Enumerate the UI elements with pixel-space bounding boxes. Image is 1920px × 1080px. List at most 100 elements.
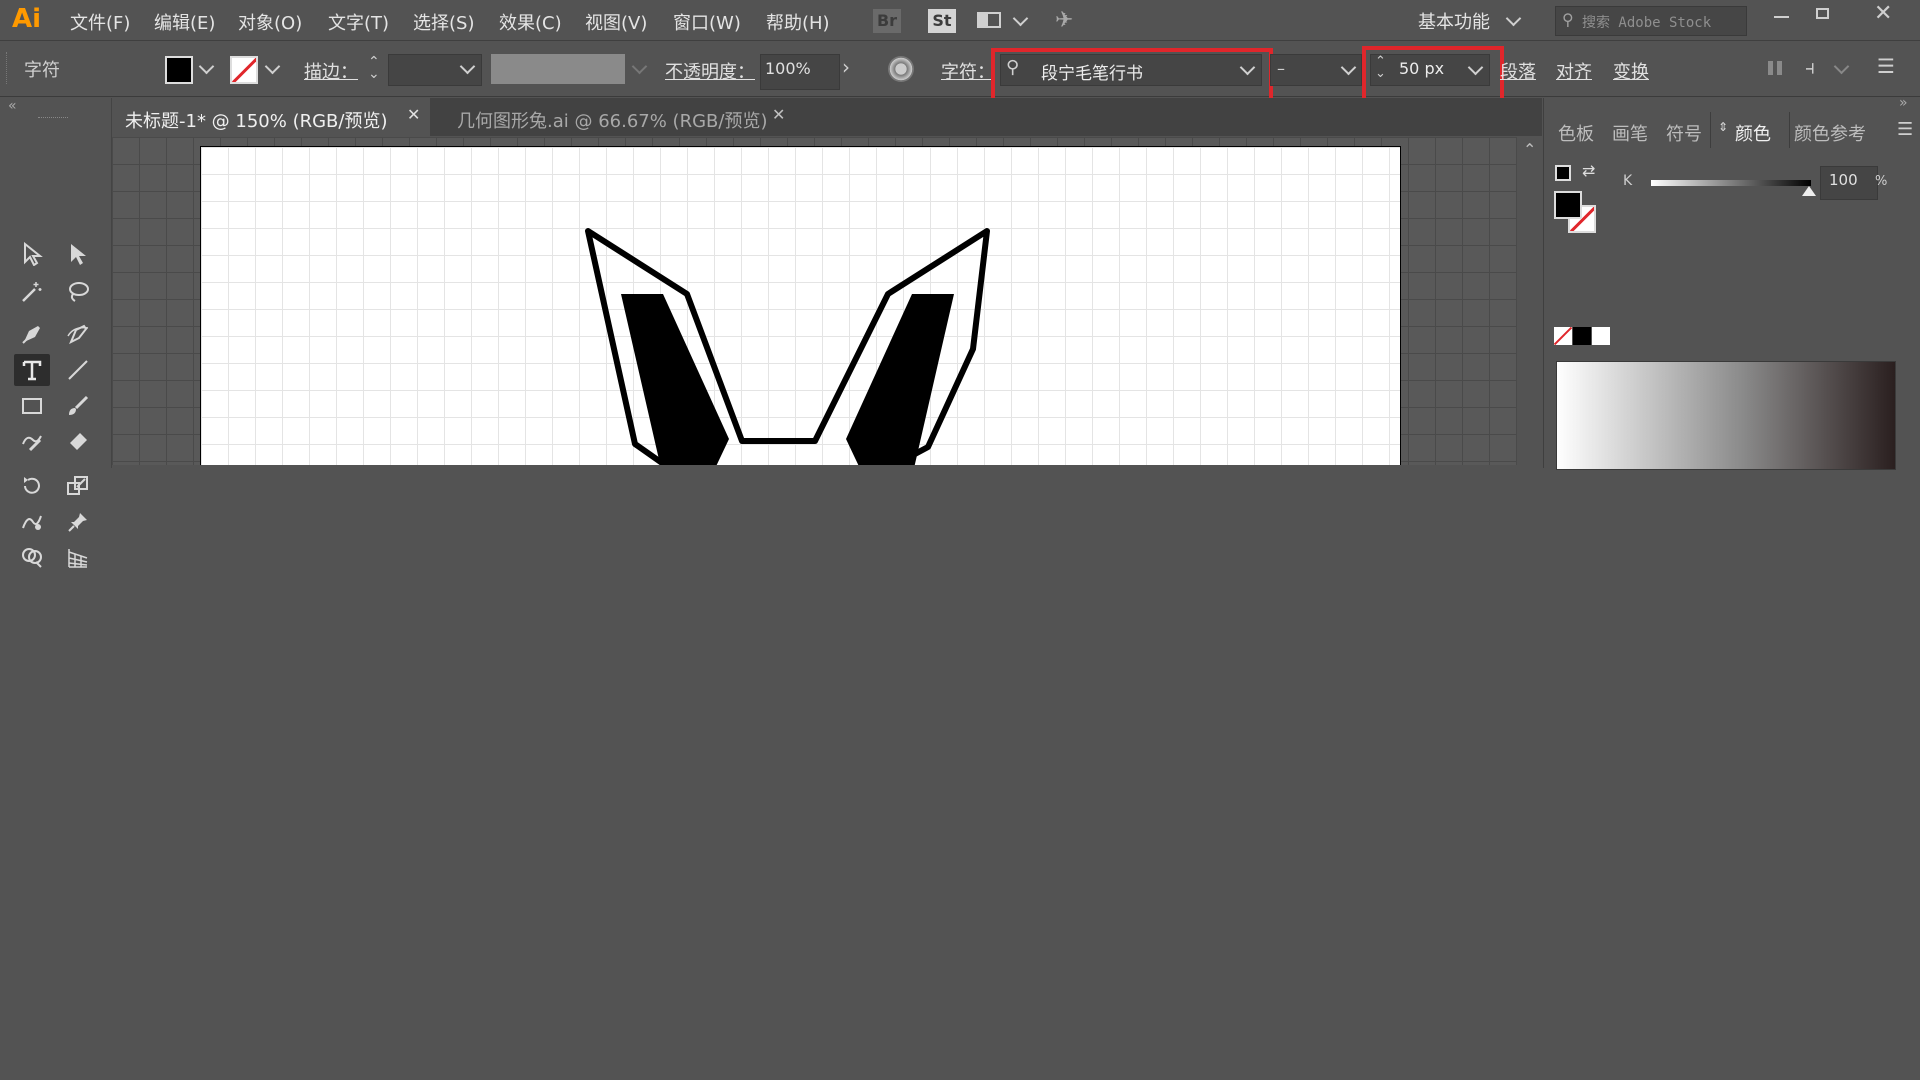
- chevron-down-icon[interactable]: [1833, 58, 1850, 75]
- chevron-down-icon: [631, 58, 648, 75]
- scale-icon[interactable]: [60, 470, 96, 502]
- slider-thumb[interactable]: [1802, 186, 1816, 196]
- panel-menu-icon[interactable]: ☰: [1877, 54, 1895, 78]
- panel-menu-icon[interactable]: ☰: [1897, 119, 1913, 140]
- expand-panel-icon[interactable]: »: [1899, 95, 1908, 111]
- chevron-down-icon[interactable]: [1012, 10, 1029, 27]
- k-value-field[interactable]: 100: [1820, 166, 1878, 200]
- type-icon[interactable]: [14, 354, 50, 386]
- shaper-icon[interactable]: [14, 426, 50, 458]
- menu-object[interactable]: 对象(O): [238, 9, 302, 35]
- control-bar: 字符 描边： ⌃ ⌄ 不透明度： 100% › 字符： ⚲ 段宁毛笔行书 – ⌃ ⌄…: [0, 42, 1920, 102]
- align-link[interactable]: 对齐: [1556, 58, 1592, 84]
- fill-swatch[interactable]: [165, 56, 193, 84]
- variable-width-profile[interactable]: [491, 54, 625, 84]
- tab-color[interactable]: ⇕ 颜色: [1710, 112, 1790, 148]
- pen-icon[interactable]: [14, 318, 50, 350]
- gpu-performance-icon[interactable]: ✈: [1055, 8, 1073, 33]
- stock-button[interactable]: St: [928, 9, 956, 33]
- chevron-right-icon[interactable]: ›: [842, 55, 850, 79]
- tab-swatches[interactable]: 色板: [1558, 120, 1594, 146]
- chevron-down-icon[interactable]: [1505, 10, 1522, 27]
- chevron-down-icon[interactable]: [198, 58, 215, 75]
- menu-effect[interactable]: 效果(C): [499, 9, 562, 35]
- menu-help[interactable]: 帮助(H): [766, 9, 830, 35]
- close-icon[interactable]: ✕: [407, 105, 420, 124]
- recolor-artwork-icon[interactable]: [888, 56, 914, 82]
- isolation-mode-icon[interactable]: ⫞: [1805, 55, 1815, 79]
- opacity-label[interactable]: 不透明度：: [665, 58, 755, 84]
- curvature-icon[interactable]: [60, 318, 96, 350]
- none-swatch[interactable]: [1554, 327, 1572, 345]
- panel-grip[interactable]: [6, 52, 11, 84]
- collapse-panel-icon[interactable]: «: [8, 98, 17, 114]
- tab-symbols[interactable]: 符号: [1666, 120, 1702, 146]
- sort-arrows-icon: ⇕: [1718, 120, 1729, 134]
- paragraph-link[interactable]: 段落: [1500, 58, 1536, 84]
- document-tabs: 未标题-1* @ 150% (RGB/预览) ✕ 几何图形兔.ai @ 66.6…: [112, 98, 1542, 136]
- menu-view[interactable]: 视图(V): [585, 9, 647, 35]
- rotate-icon[interactable]: [14, 470, 50, 502]
- color-spectrum[interactable]: [1556, 361, 1896, 470]
- scroll-up-icon[interactable]: ⌃: [1523, 140, 1536, 159]
- direct-selection-icon[interactable]: [60, 238, 96, 270]
- chevron-down-icon[interactable]: [1340, 59, 1357, 76]
- selection-type-label: 字符: [24, 60, 60, 81]
- tab-document-2[interactable]: 几何图形兔.ai @ 66.67% (RGB/预览) ✕: [430, 98, 793, 136]
- default-colors-icon[interactable]: [1555, 165, 1571, 181]
- stroke-weight-stepper[interactable]: ⌃ ⌄: [368, 55, 380, 81]
- perspective-grid-icon[interactable]: [60, 542, 96, 574]
- none-slash-icon: [1554, 327, 1572, 345]
- stroke-swatch[interactable]: [230, 56, 258, 84]
- bridge-button[interactable]: Br: [873, 9, 901, 33]
- artboard[interactable]: [200, 146, 1401, 465]
- eraser-icon[interactable]: [60, 426, 96, 458]
- chevron-down-icon[interactable]: [264, 58, 281, 75]
- tab-color-guide[interactable]: 颜色参考: [1794, 120, 1866, 146]
- menu-edit[interactable]: 编辑(E): [154, 9, 215, 35]
- tab-brushes[interactable]: 画笔: [1612, 120, 1648, 146]
- stock-search-field[interactable]: ⚲ 搜索 Adobe Stock: [1555, 6, 1747, 36]
- selection-icon[interactable]: [14, 238, 50, 270]
- tab-label: 未标题-1* @ 150% (RGB/预览): [125, 111, 388, 132]
- fill-color-swatch[interactable]: [1554, 191, 1582, 219]
- tab-document-1[interactable]: 未标题-1* @ 150% (RGB/预览) ✕: [112, 98, 430, 136]
- warp-icon[interactable]: [14, 506, 50, 538]
- menu-select[interactable]: 选择(S): [413, 9, 474, 35]
- menu-window[interactable]: 窗口(W): [673, 9, 741, 35]
- restore-icon[interactable]: [1816, 8, 1829, 19]
- toolbox-grip[interactable]: [38, 117, 68, 121]
- opacity-field[interactable]: 100%: [760, 54, 840, 90]
- minimize-icon[interactable]: [1774, 16, 1789, 18]
- font-style-field[interactable]: –: [1270, 54, 1362, 86]
- white-swatch[interactable]: [1592, 327, 1610, 345]
- rectangle-icon[interactable]: [14, 390, 50, 422]
- line-icon[interactable]: [60, 354, 96, 386]
- arrange-documents-icon[interactable]: [977, 12, 1001, 28]
- font-style-value: –: [1277, 59, 1285, 78]
- font-size-highlight: [1362, 46, 1504, 102]
- search-icon: ⚲: [1562, 10, 1574, 29]
- tab-label: 几何图形兔.ai @ 66.67% (RGB/预览): [457, 111, 768, 132]
- rabbit-artwork[interactable]: [201, 147, 1401, 465]
- magic-wand-icon[interactable]: [14, 276, 50, 308]
- paintbrush-icon[interactable]: [60, 390, 96, 422]
- toolbox: «: [0, 98, 112, 568]
- k-slider[interactable]: [1651, 180, 1816, 196]
- menu-type[interactable]: 文字(T): [328, 9, 389, 35]
- grid-align-icon[interactable]: [1768, 61, 1782, 75]
- character-label[interactable]: 字符：: [941, 58, 995, 84]
- shape-builder-icon[interactable]: [14, 542, 50, 574]
- lasso-icon[interactable]: [60, 276, 96, 308]
- close-icon[interactable]: ✕: [1874, 1, 1892, 26]
- menu-bar: Ai 文件(F) 编辑(E) 对象(O) 文字(T) 选择(S) 效果(C) 视…: [0, 0, 1920, 41]
- pin-icon[interactable]: [60, 506, 96, 538]
- black-swatch[interactable]: [1573, 327, 1591, 345]
- transform-link[interactable]: 变换: [1613, 58, 1649, 84]
- menu-file[interactable]: 文件(F): [70, 9, 130, 35]
- swap-colors-icon[interactable]: ⇄: [1582, 161, 1595, 180]
- stroke-label[interactable]: 描边：: [304, 58, 358, 84]
- workspace-switcher[interactable]: 基本功能: [1418, 8, 1490, 34]
- close-icon[interactable]: ✕: [772, 105, 785, 124]
- app-logo[interactable]: Ai: [12, 4, 41, 34]
